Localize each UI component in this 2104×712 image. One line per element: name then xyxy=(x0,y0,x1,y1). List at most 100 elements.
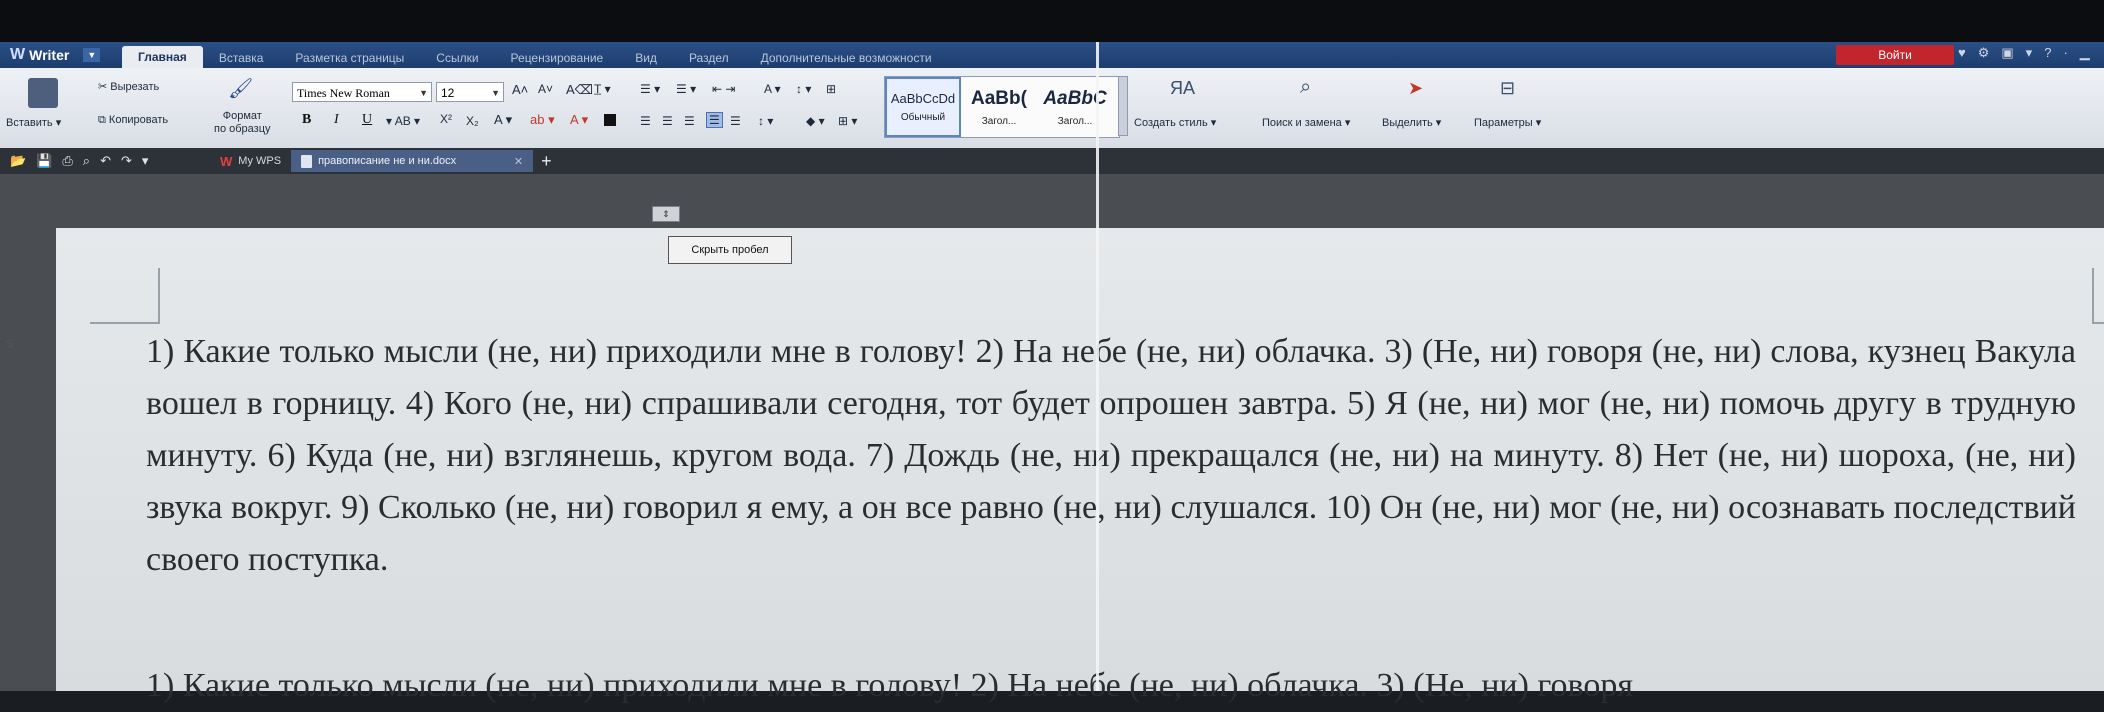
settings-icon[interactable]: ⚙ xyxy=(1978,45,1990,61)
align-justify-icon[interactable]: ☰ xyxy=(706,112,723,128)
bold-button[interactable]: B xyxy=(302,112,311,128)
style-heading-2[interactable]: AaBbC Загол... xyxy=(1037,77,1113,137)
app-menu-dropdown-icon[interactable]: ▼ xyxy=(83,48,101,62)
font-shrink-icon[interactable]: A˅ xyxy=(538,82,553,96)
wps-icon: W xyxy=(220,153,233,169)
document-paragraph[interactable]: 1) Какие только мысли (не, ни) приходили… xyxy=(146,326,2076,586)
numbering-icon[interactable]: ☰ ▾ xyxy=(676,82,696,96)
text-effect-icon[interactable]: A ▾ xyxy=(494,112,512,128)
italic-button[interactable]: I xyxy=(334,112,339,128)
skin-icon[interactable]: ♥ xyxy=(1958,45,1966,61)
tab-home[interactable]: Главная xyxy=(122,46,203,68)
margin-marker xyxy=(158,268,160,324)
margin-marker xyxy=(2092,322,2104,324)
document-paragraph-2[interactable]: 1) Какие только мысли (не, ни) приходили… xyxy=(146,660,2076,712)
align-left-icon[interactable]: ☰ xyxy=(640,114,651,128)
search-icon[interactable]: ⌕ xyxy=(1300,76,1311,99)
tab-view[interactable]: Вид xyxy=(619,48,673,68)
strikethrough-icon[interactable]: ▾ AB ▾ xyxy=(386,114,420,128)
table-grid-icon[interactable]: ⊞ xyxy=(826,82,836,96)
shading-icon[interactable]: ◆ ▾ xyxy=(806,114,825,128)
cut-label: Вырезать xyxy=(110,81,160,93)
tab-references[interactable]: Ссылки xyxy=(420,48,494,68)
font-size-select[interactable]: 12 ▼ xyxy=(436,82,504,102)
clear-format-icon[interactable]: A⌫ xyxy=(566,82,593,98)
undo-icon[interactable]: ↶ xyxy=(100,153,111,169)
tab-extra-features[interactable]: Дополнительные возможности xyxy=(745,48,948,68)
parameters-button[interactable]: Параметры ▾ xyxy=(1474,116,1541,129)
style-normal[interactable]: AaBbCcDd Обычный xyxy=(885,77,961,137)
style-name: Загол... xyxy=(981,115,1017,127)
restore-icon[interactable]: ▣ xyxy=(2001,45,2013,61)
tab-document[interactable]: правописание не и ни.docx ✕ xyxy=(291,150,534,172)
format-painter-label-2: по образцу xyxy=(214,123,271,135)
font-color-icon[interactable]: A ▾ xyxy=(570,112,588,128)
cut-button[interactable]: ✂ Вырезать xyxy=(98,80,159,93)
tab-page-layout[interactable]: Разметка страницы xyxy=(279,48,420,68)
tab-review[interactable]: Рецензирование xyxy=(495,48,620,68)
print-icon[interactable]: ⎙ xyxy=(62,153,72,169)
document-icon xyxy=(301,154,313,168)
paste-label: Вставить xyxy=(6,117,53,129)
line-spacing-icon[interactable]: ↕ ▾ xyxy=(758,114,773,128)
save-icon[interactable]: 💾 xyxy=(36,153,52,169)
scissors-icon: ✂ xyxy=(98,81,108,93)
superscript-icon[interactable]: X² xyxy=(440,112,452,126)
app-logo[interactable]: W Writer ▼ xyxy=(0,46,122,64)
sort-icon[interactable]: ↕ ▾ xyxy=(796,82,811,96)
new-tab-icon[interactable]: + xyxy=(541,151,552,172)
phonetic-icon[interactable]: T̲ ▾ xyxy=(594,82,611,96)
login-button[interactable]: Войти xyxy=(1836,45,1954,65)
font-grow-icon[interactable]: A˄ xyxy=(512,82,528,97)
minimize-icon[interactable]: ▁ xyxy=(2080,45,2090,61)
select-button[interactable]: Выделить ▾ xyxy=(1382,116,1441,129)
char-shading-icon[interactable] xyxy=(604,114,616,126)
print-preview-icon[interactable]: ⌕ xyxy=(83,153,90,169)
tab-section[interactable]: Раздел xyxy=(673,48,745,68)
paste-icon[interactable] xyxy=(28,78,58,108)
quick-access-bar: 📂 💾 ⎙ ⌕ ↶ ↷ ▾ W My WPS правописание не и… xyxy=(0,148,2104,174)
collapse-ribbon-icon[interactable]: ▾ xyxy=(2026,45,2033,61)
create-style-button[interactable]: Создать стиль ▾ xyxy=(1134,116,1216,129)
close-icon[interactable]: ✕ xyxy=(514,155,523,168)
open-icon[interactable]: 📂 xyxy=(10,153,26,169)
paste-button[interactable]: Вставить ▾ xyxy=(6,116,61,129)
quick-access-icons: 📂 💾 ⎙ ⌕ ↶ ↷ ▾ xyxy=(0,153,210,169)
indent-icons[interactable]: ⇤ ⇥ xyxy=(712,82,735,96)
hide-space-icon[interactable]: ⇕ xyxy=(652,206,680,222)
wps-writer-icon: W xyxy=(10,46,26,63)
align-center-icon[interactable]: ☰ xyxy=(662,114,673,128)
bullets-icon[interactable]: ☰ ▾ xyxy=(640,82,660,96)
more-icon[interactable]: · xyxy=(2063,45,2067,61)
tab-my-wps[interactable]: W My WPS xyxy=(210,150,291,172)
help-icon[interactable]: ? xyxy=(2044,45,2051,61)
distributed-align-icon[interactable]: ☰ xyxy=(730,114,741,128)
format-painter-button[interactable]: Формат по образцу xyxy=(214,110,271,136)
styles-scrollbar[interactable] xyxy=(1118,76,1128,136)
style-sample: AaBb( xyxy=(971,87,1027,109)
tab-label: My WPS xyxy=(238,155,282,167)
cursor-select-icon[interactable]: ➤ xyxy=(1408,78,1423,99)
select-label: Выделить xyxy=(1382,117,1433,129)
menu-tabs: Главная Вставка Разметка страницы Ссылки… xyxy=(122,42,948,68)
format-painter-icon[interactable]: 🖌 xyxy=(228,76,253,101)
subscript-icon[interactable]: X₂ xyxy=(466,114,479,128)
copy-icon: ⧉ xyxy=(98,114,106,126)
highlight-icon[interactable]: ab ▾ xyxy=(530,112,555,128)
find-replace-button[interactable]: Поиск и замена ▾ xyxy=(1262,116,1350,129)
underline-button[interactable]: U xyxy=(362,112,372,128)
redo-icon[interactable]: ↷ xyxy=(121,153,132,169)
style-heading-1[interactable]: AaBb( Загол... xyxy=(961,77,1037,137)
font-name-select[interactable]: Times New Roman ▼ xyxy=(292,82,432,102)
create-style-icon[interactable]: ЯA xyxy=(1170,78,1195,99)
tab-label: правописание не и ни.docx xyxy=(318,155,457,167)
tab-insert[interactable]: Вставка xyxy=(203,48,280,68)
parameters-icon[interactable]: ⊟ xyxy=(1500,78,1515,99)
customize-icon[interactable]: ▾ xyxy=(142,153,149,169)
style-sample: AaBbCcDd xyxy=(890,91,956,106)
case-icon[interactable]: A ▾ xyxy=(764,82,781,96)
copy-button[interactable]: ⧉ Копировать xyxy=(98,114,168,127)
align-right-icon[interactable]: ☰ xyxy=(684,114,695,128)
copy-label: Копировать xyxy=(108,114,169,126)
borders-icon[interactable]: ⊞ ▾ xyxy=(838,114,857,128)
